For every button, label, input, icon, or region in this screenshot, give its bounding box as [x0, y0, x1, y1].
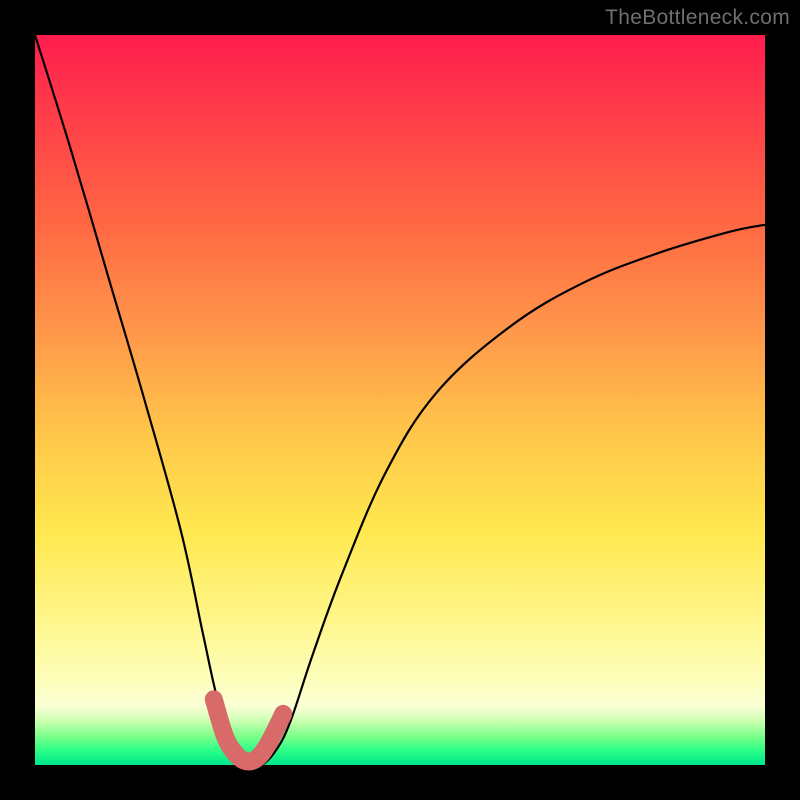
watermark-text: TheBottleneck.com: [605, 6, 790, 30]
curve-svg: [35, 35, 765, 765]
chart-frame: TheBottleneck.com: [0, 0, 800, 800]
bottleneck-curve-path: [35, 35, 765, 767]
highlight-valley-path: [214, 699, 283, 761]
plot-area: [35, 35, 765, 765]
